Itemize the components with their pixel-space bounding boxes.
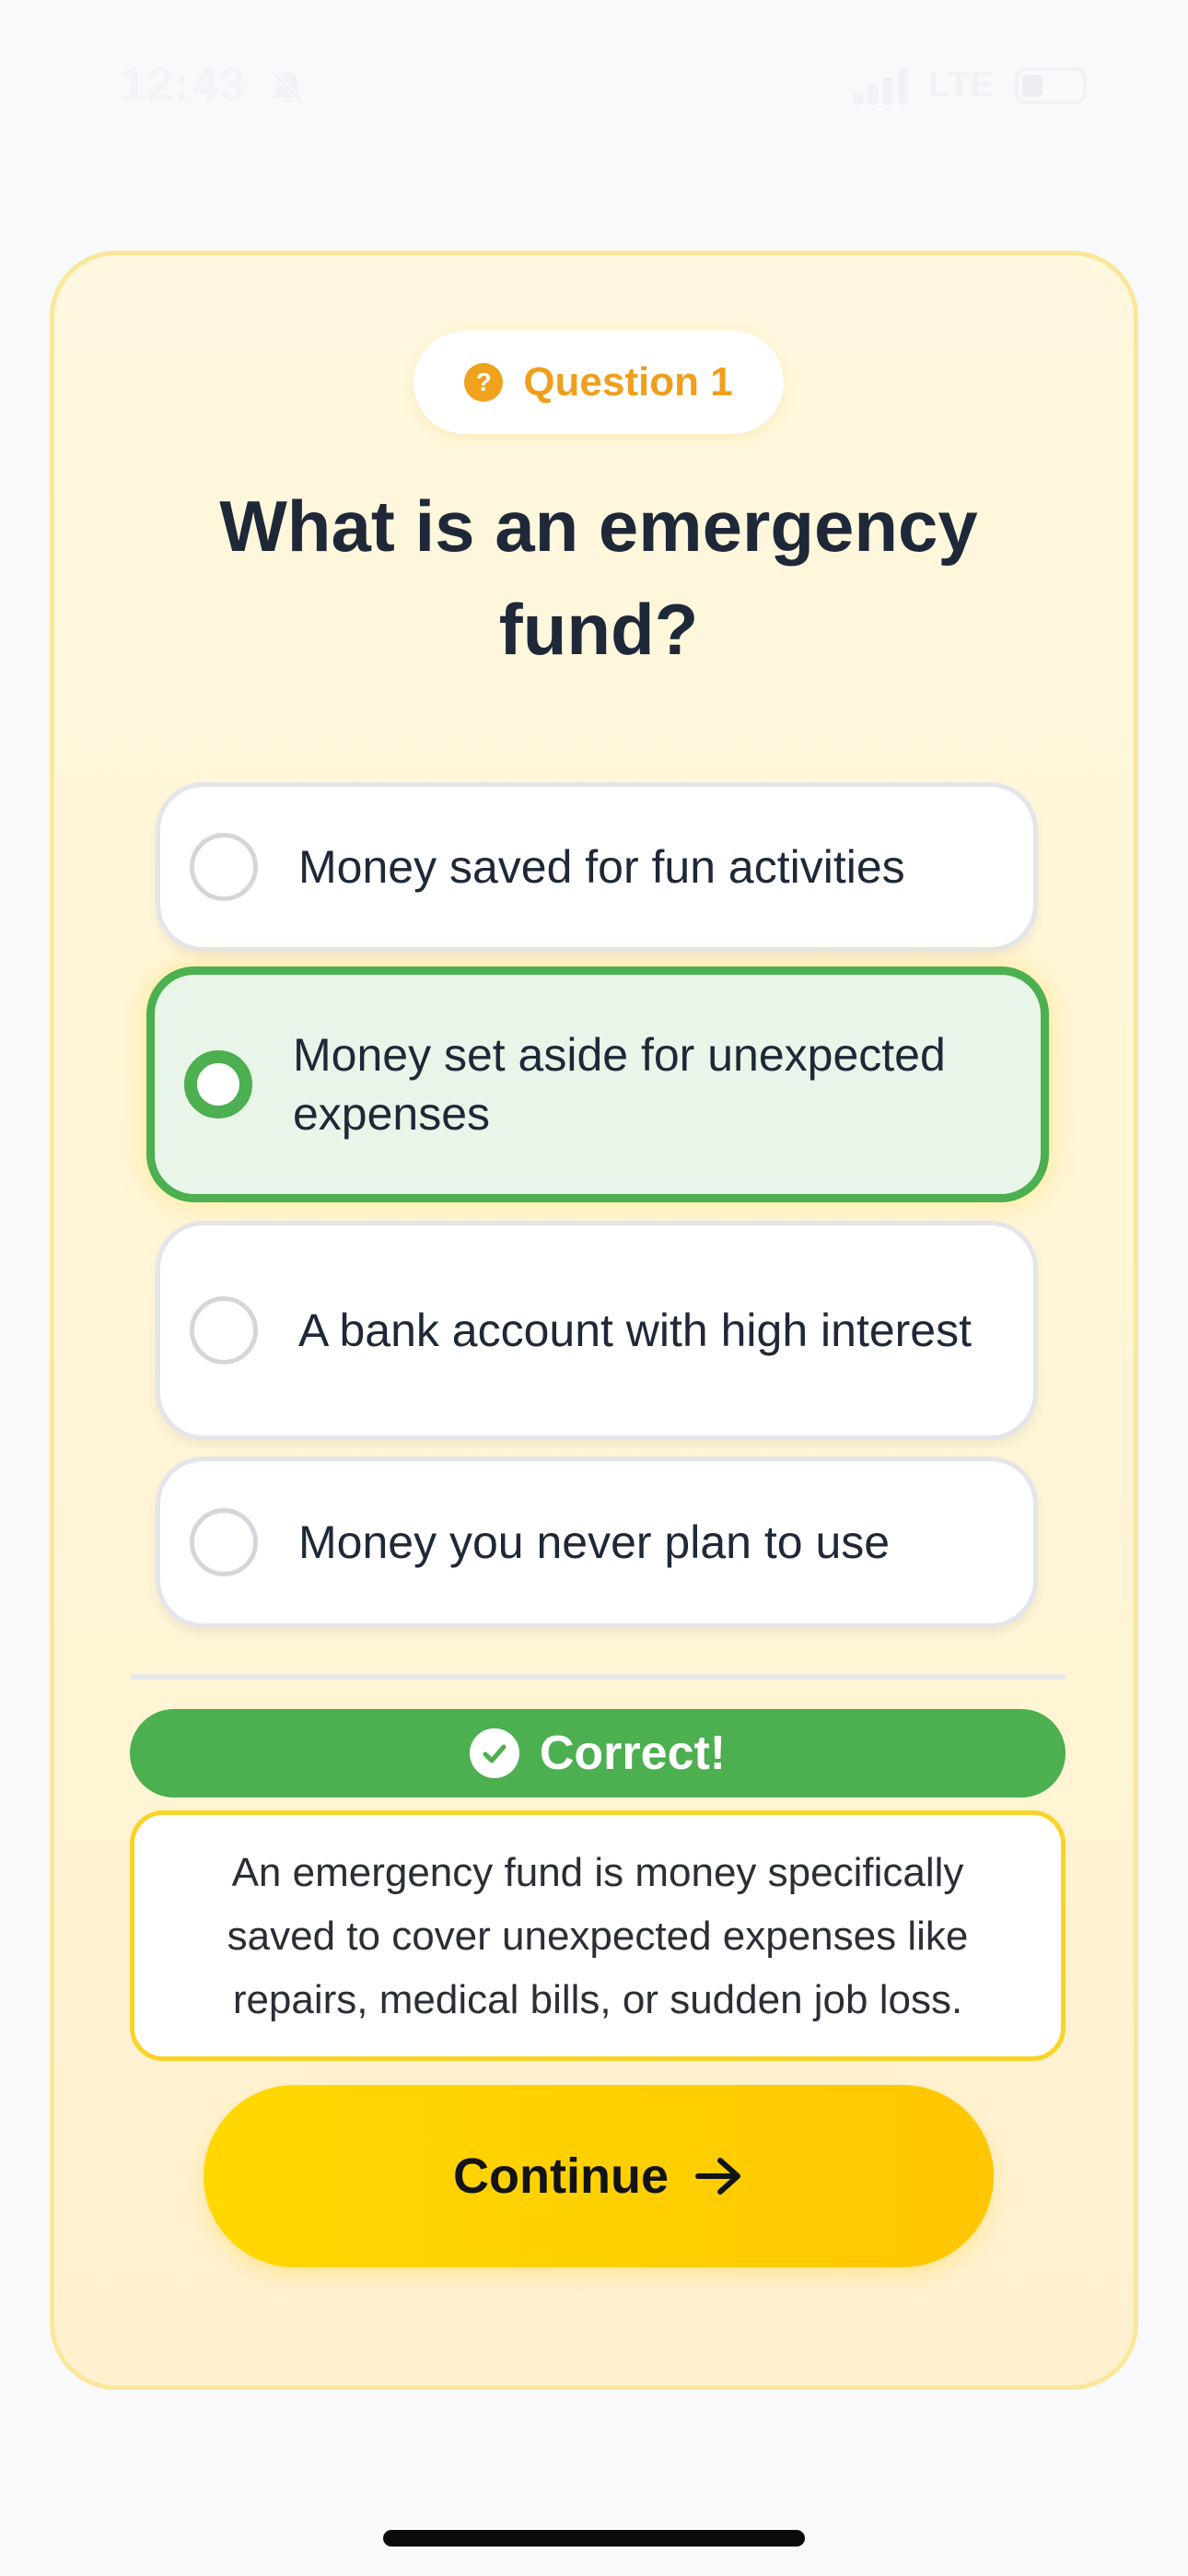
- answer-option-4[interactable]: Money you never plan to use: [156, 1457, 1038, 1628]
- answer-option-1[interactable]: Money saved for fun activities: [156, 782, 1038, 952]
- divider: [130, 1674, 1066, 1680]
- result-banner: Correct!: [130, 1709, 1066, 1797]
- answer-option-2-selected[interactable]: Money set aside for unexpected expenses: [146, 966, 1049, 1202]
- answer-option-label: Money set aside for unexpected expenses: [293, 1029, 946, 1140]
- explanation-box: An emergency fund is money specifically …: [130, 1810, 1066, 2061]
- answer-option-label: Money you never plan to use: [298, 1516, 891, 1568]
- answer-option-label: Money saved for fun activities: [298, 841, 905, 893]
- answer-option-3[interactable]: A bank account with high interest: [156, 1221, 1038, 1440]
- question-title: What is an emergency fund?: [219, 486, 978, 670]
- arrow-right-icon: [694, 2158, 740, 2195]
- battery-icon: [1015, 66, 1087, 104]
- check-circle-icon: [469, 1728, 519, 1778]
- signal-bars-icon: [854, 66, 908, 105]
- network-type: LTE: [927, 64, 995, 105]
- status-bar: 12:43 LTE: [0, 0, 1188, 175]
- continue-label: Continue: [453, 2149, 669, 2204]
- result-label: Correct!: [539, 1727, 727, 1780]
- question-number-label: Question 1: [523, 359, 733, 404]
- quiz-card: ? Question 1 What is an emergency fund? …: [50, 251, 1138, 2390]
- explanation-text: An emergency fund is money specifically …: [227, 1849, 969, 2022]
- radio-button-selected[interactable]: [184, 1050, 252, 1118]
- home-indicator[interactable]: [383, 2530, 805, 2547]
- question-circle-icon: ?: [464, 363, 504, 402]
- status-time: 12:43: [120, 58, 247, 111]
- continue-button[interactable]: Continue: [204, 2085, 994, 2267]
- radio-button[interactable]: [190, 1508, 258, 1576]
- question-number-badge: ? Question 1: [413, 331, 784, 434]
- answer-option-label: A bank account with high interest: [298, 1305, 973, 1356]
- radio-button[interactable]: [190, 1296, 258, 1364]
- radio-button[interactable]: [190, 833, 258, 901]
- bell-slash-icon: [268, 67, 307, 108]
- status-indicators: LTE: [854, 64, 1087, 106]
